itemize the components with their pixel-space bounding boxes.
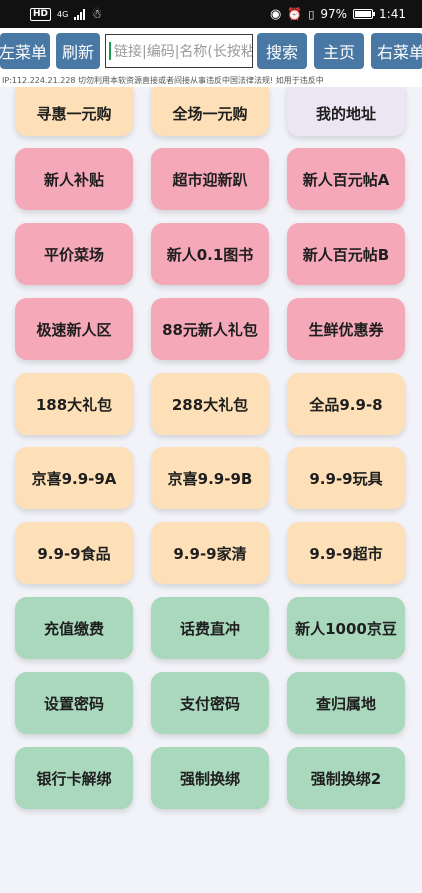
tile-button[interactable]: 极速新人区: [15, 298, 133, 360]
alarm-icon: ⏰: [287, 7, 303, 21]
tile-button[interactable]: 188大礼包: [15, 373, 133, 435]
status-right: ◉ ⏰ ▯ 97% 1:41: [270, 7, 406, 22]
tile-button[interactable]: 9.9-9超市: [287, 522, 405, 584]
home-button[interactable]: 主页: [314, 33, 364, 69]
tile-button[interactable]: 我的地址: [287, 86, 405, 136]
hd-icon: HD: [30, 7, 52, 21]
search-button[interactable]: 搜索: [257, 33, 307, 69]
refresh-button[interactable]: 刷新: [56, 33, 100, 69]
tile-button[interactable]: 京喜9.9-9B: [151, 447, 269, 509]
tile-button[interactable]: 288大礼包: [151, 373, 269, 435]
tile-button[interactable]: 设置密码: [15, 672, 133, 734]
signal-icon: [74, 8, 86, 20]
text-cursor: [109, 42, 111, 60]
top-toolbar: 左菜单 刷新 链接|编码|名称(长按粘 搜索 主页 右菜单: [0, 28, 422, 74]
tile-button[interactable]: 平价菜场: [15, 223, 133, 285]
tile-button[interactable]: 京喜9.9-9A: [15, 447, 133, 509]
tile-button[interactable]: 新人0.1图书: [151, 223, 269, 285]
vibrate-icon: ▯: [308, 7, 315, 21]
app-notification-icon: ☃: [91, 7, 103, 21]
tile-button[interactable]: 寻惠一元购: [15, 86, 133, 136]
tile-button[interactable]: 全品9.9-8: [287, 373, 405, 435]
tile-button[interactable]: 9.9-9家清: [151, 522, 269, 584]
search-input[interactable]: 链接|编码|名称(长按粘: [105, 34, 253, 68]
tile-button[interactable]: 超市迎新趴: [151, 148, 269, 210]
tile-button[interactable]: 新人补贴: [15, 148, 133, 210]
tile-button[interactable]: 全场一元购: [151, 86, 269, 136]
tile-button[interactable]: 强制换绑2: [287, 747, 405, 809]
clock: 1:41: [379, 7, 406, 21]
left-menu-button[interactable]: 左菜单: [0, 33, 50, 69]
disclaimer-ticker: IP:112.224.21.228 切勿利用本软资源直接或者间接从事违反中国法律…: [0, 74, 422, 87]
tile-button[interactable]: 查归属地: [287, 672, 405, 734]
battery-icon: [353, 9, 376, 19]
tile-button[interactable]: 银行卡解绑: [15, 747, 133, 809]
network-type: 4G: [57, 9, 69, 19]
eye-icon: ◉: [270, 6, 282, 22]
tile-button[interactable]: 支付密码: [151, 672, 269, 734]
tile-button[interactable]: 9.9-9玩具: [287, 447, 405, 509]
tile-button[interactable]: 新人1000京豆: [287, 597, 405, 659]
tile-button[interactable]: 充值缴费: [15, 597, 133, 659]
battery-percent: 97%: [320, 7, 348, 21]
battery-fill: [355, 11, 371, 17]
tile-button[interactable]: 话费直冲: [151, 597, 269, 659]
tile-grid: 寻惠一元购 全场一元购 我的地址新人补贴 超市迎新趴 新人百元帖A 平价菜场 新人0.1图书…: [0, 0, 422, 893]
tile-button[interactable]: 强制换绑: [151, 747, 269, 809]
tile-button[interactable]: 生鲜优惠券: [287, 298, 405, 360]
tile-button[interactable]: 新人百元帖B: [287, 223, 405, 285]
tile-button[interactable]: 新人百元帖A: [287, 148, 405, 210]
status-left: HD 4G ☃: [30, 7, 102, 21]
tile-button[interactable]: 88元新人礼包: [151, 298, 269, 360]
tile-button[interactable]: 9.9-9食品: [15, 522, 133, 584]
status-bar: HD 4G ☃ ◉ ⏰ ▯ 97% 1:41: [0, 0, 422, 28]
search-placeholder: 链接|编码|名称(长按粘: [114, 44, 253, 60]
right-menu-button[interactable]: 右菜单: [371, 33, 422, 69]
